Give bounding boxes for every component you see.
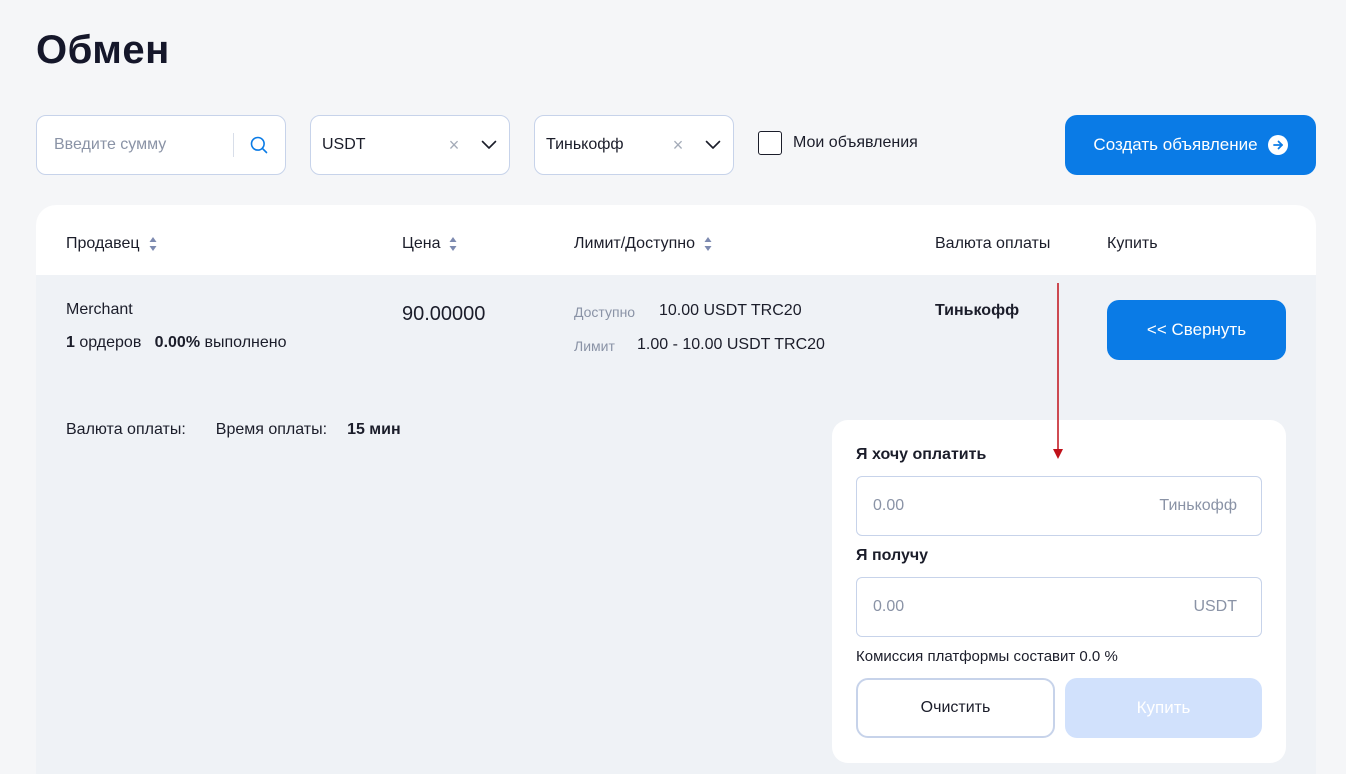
column-header-seller-label: Продавец xyxy=(66,235,140,252)
receive-amount-input[interactable] xyxy=(873,598,1093,616)
receive-unit: USDT xyxy=(1193,598,1237,615)
pay-amount-field[interactable]: Тинькофф xyxy=(856,476,1262,536)
platform-fee-note: Комиссия платформы составит 0.0 % xyxy=(856,648,1118,665)
collapse-button[interactable]: << Свернуть xyxy=(1107,300,1286,360)
pay-label: Я хочу оплатить xyxy=(856,446,987,463)
available-value: 10.00 USDT TRC20 xyxy=(659,302,802,319)
offers-table: Продавец Цена Лимит/Доступно Валюта опла… xyxy=(36,205,1316,774)
create-ad-button-label: Создать объявление xyxy=(1093,135,1258,154)
my-ads-checkbox[interactable] xyxy=(758,131,782,155)
table-header: Продавец Цена Лимит/Доступно Валюта опла… xyxy=(36,205,1316,275)
available-label: Доступно xyxy=(574,304,636,320)
seller-name: Merchant xyxy=(66,301,133,318)
column-header-limit[interactable]: Лимит/Доступно xyxy=(574,235,712,253)
sort-icon xyxy=(449,236,457,252)
pay-amount-input[interactable] xyxy=(873,497,1093,515)
currency-clear-button[interactable]: × xyxy=(439,135,469,156)
my-ads-filter[interactable]: Мои объявления xyxy=(758,131,918,155)
column-header-price-label: Цена xyxy=(402,235,441,252)
payment-currency: Тинькофф xyxy=(935,302,1020,319)
amount-search-input[interactable] xyxy=(37,125,233,165)
orders-label: ордеров xyxy=(79,334,142,351)
bank-select[interactable]: Тинькофф × xyxy=(534,115,734,175)
offer-details: Валюта оплаты: Время оплаты: 15 мин xyxy=(66,421,401,439)
bank-clear-button[interactable]: × xyxy=(663,135,693,156)
completion-label: выполнено xyxy=(204,334,287,351)
search-icon xyxy=(251,136,268,154)
page-title: Обмен xyxy=(36,28,170,72)
search-button[interactable] xyxy=(234,116,285,174)
arrow-right-circle-icon xyxy=(1267,135,1288,155)
seller-stats: 1 ордеров 0.00% выполнено xyxy=(66,334,287,352)
annotation-arrow-icon xyxy=(1053,283,1063,459)
currency-dropdown-toggle[interactable] xyxy=(469,140,509,150)
bank-select-value: Тинькофф xyxy=(546,136,624,153)
sort-icon xyxy=(704,236,712,252)
offer-price: 90.00000 xyxy=(402,303,486,325)
currency-select-value: USDT xyxy=(322,136,366,153)
sort-icon xyxy=(149,236,157,252)
limit-label: Лимит xyxy=(574,338,615,354)
column-header-seller[interactable]: Продавец xyxy=(66,235,157,253)
clear-button[interactable]: Очистить xyxy=(856,678,1055,738)
completion-rate: 0.00% xyxy=(154,334,201,351)
limit-value: 1.00 - 10.00 USDT TRC20 xyxy=(637,336,825,353)
chevron-down-icon xyxy=(705,140,721,149)
column-header-price[interactable]: Цена xyxy=(402,235,457,253)
column-header-limit-label: Лимит/Доступно xyxy=(574,235,695,252)
details-time-label: Время оплаты: xyxy=(215,421,328,438)
column-header-currency: Валюта оплаты xyxy=(935,235,1051,252)
receive-label: Я получу xyxy=(856,547,929,564)
currency-select[interactable]: USDT × xyxy=(310,115,510,175)
orders-count: 1 xyxy=(66,334,75,351)
my-ads-label: Мои объявления xyxy=(793,134,918,151)
chevron-down-icon xyxy=(481,140,497,149)
buy-button[interactable]: Купить xyxy=(1065,678,1262,738)
pay-unit: Тинькофф xyxy=(1159,497,1237,514)
purchase-form: Я хочу оплатить Тинькофф Я получу USDT К… xyxy=(832,420,1286,763)
bank-dropdown-toggle[interactable] xyxy=(693,140,733,150)
column-header-buy: Купить xyxy=(1107,235,1158,252)
create-ad-button[interactable]: Создать объявление xyxy=(1065,115,1316,175)
amount-search-box xyxy=(36,115,286,175)
receive-amount-field[interactable]: USDT xyxy=(856,577,1262,637)
details-time-value: 15 мин xyxy=(347,421,401,438)
details-currency-label: Валюта оплаты: xyxy=(66,421,186,438)
